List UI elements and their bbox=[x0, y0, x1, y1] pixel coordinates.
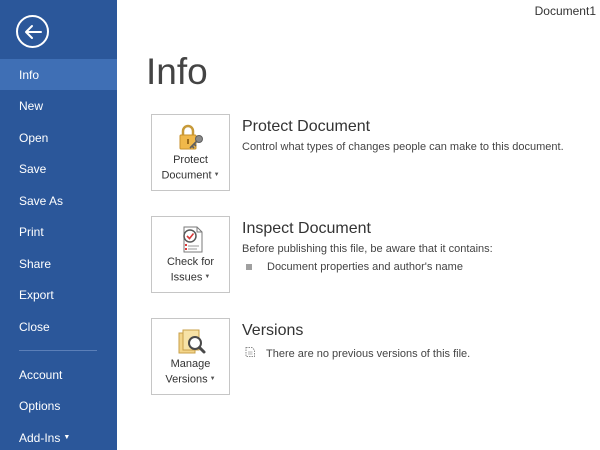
dropdown-caret-icon: ▼ bbox=[204, 274, 211, 280]
check-for-issues-button[interactable]: Check for Issues ▼ bbox=[151, 216, 230, 293]
versions-note: There are no previous versions of this f… bbox=[244, 346, 470, 361]
sidebar-item-label: Print bbox=[19, 224, 44, 239]
section-desc-protect: Control what types of changes people can… bbox=[242, 141, 564, 153]
sidebar-item-label: Share bbox=[19, 256, 52, 271]
sidebar-item-save[interactable]: Save bbox=[0, 153, 117, 184]
sidebar-item-close[interactable]: Close bbox=[0, 311, 117, 342]
sidebar-item-print[interactable]: Print bbox=[0, 216, 117, 247]
sidebar-item-export[interactable]: Export bbox=[0, 279, 117, 310]
section-heading-protect: Protect Document bbox=[242, 118, 371, 135]
sidebar-item-label: Save bbox=[19, 161, 47, 176]
lock-key-icon bbox=[174, 121, 208, 153]
protect-document-button[interactable]: Protect Document ▼ bbox=[151, 114, 230, 191]
sidebar-item-open[interactable]: Open bbox=[0, 122, 117, 153]
tile-label-line2: Document bbox=[161, 169, 212, 182]
sidebar-item-new[interactable]: New bbox=[0, 90, 117, 121]
versions-note-text: There are no previous versions of this f… bbox=[266, 347, 471, 360]
sidebar-item-info[interactable]: Info bbox=[0, 59, 117, 90]
sidebar-item-add-ins[interactable]: Add-Ins ▼ bbox=[0, 422, 117, 450]
back-button[interactable] bbox=[16, 15, 49, 48]
sidebar-item-save-as[interactable]: Save As bbox=[0, 185, 117, 216]
sidebar-item-label: Account bbox=[19, 367, 63, 382]
versions-doc-icon bbox=[244, 346, 256, 361]
manage-versions-button[interactable]: Manage Versions ▼ bbox=[151, 318, 230, 395]
back-arrow-icon bbox=[24, 24, 42, 39]
bullet-text: Document properties and author's name bbox=[267, 261, 463, 273]
sidebar-item-share[interactable]: Share bbox=[0, 248, 117, 279]
document-title: Document1 bbox=[534, 4, 596, 18]
tile-label-line1: Check for bbox=[166, 256, 215, 268]
dropdown-caret-icon: ▼ bbox=[213, 172, 220, 178]
sidebar-item-options[interactable]: Options bbox=[0, 390, 117, 421]
backstage-sidebar: Info New Open Save Save As Print Share E… bbox=[0, 0, 117, 450]
sidebar-item-label: Options bbox=[19, 398, 61, 413]
tile-label-line2: Versions bbox=[165, 373, 208, 386]
tile-label-line1: Protect bbox=[173, 154, 208, 166]
page-title: Info bbox=[146, 51, 208, 92]
sidebar-item-label: New bbox=[19, 98, 44, 113]
inspect-document-icon bbox=[174, 223, 208, 255]
dropdown-caret-icon: ▼ bbox=[209, 376, 216, 382]
tile-label-line2: Issues bbox=[170, 271, 203, 284]
tile-label-line1: Manage bbox=[170, 358, 211, 370]
sidebar-divider bbox=[19, 350, 97, 351]
section-heading-inspect: Inspect Document bbox=[242, 220, 371, 237]
sidebar-item-label: Export bbox=[19, 287, 54, 302]
sidebar-item-label: Add-Ins bbox=[19, 430, 61, 445]
sidebar-item-label: Open bbox=[19, 130, 49, 145]
magnifier-folder-icon bbox=[174, 325, 208, 357]
dropdown-caret-icon: ▼ bbox=[63, 434, 71, 441]
section-desc-inspect: Before publishing this file, be aware th… bbox=[242, 243, 493, 255]
section-heading-versions: Versions bbox=[242, 322, 304, 339]
sidebar-item-account[interactable]: Account bbox=[0, 359, 117, 390]
sidebar-item-label: Info bbox=[19, 67, 40, 82]
sidebar-item-label: Save As bbox=[19, 193, 64, 208]
sidebar-item-label: Close bbox=[19, 319, 50, 334]
bullet-square-icon bbox=[246, 264, 252, 270]
list-item: Document properties and author's name bbox=[244, 261, 463, 273]
